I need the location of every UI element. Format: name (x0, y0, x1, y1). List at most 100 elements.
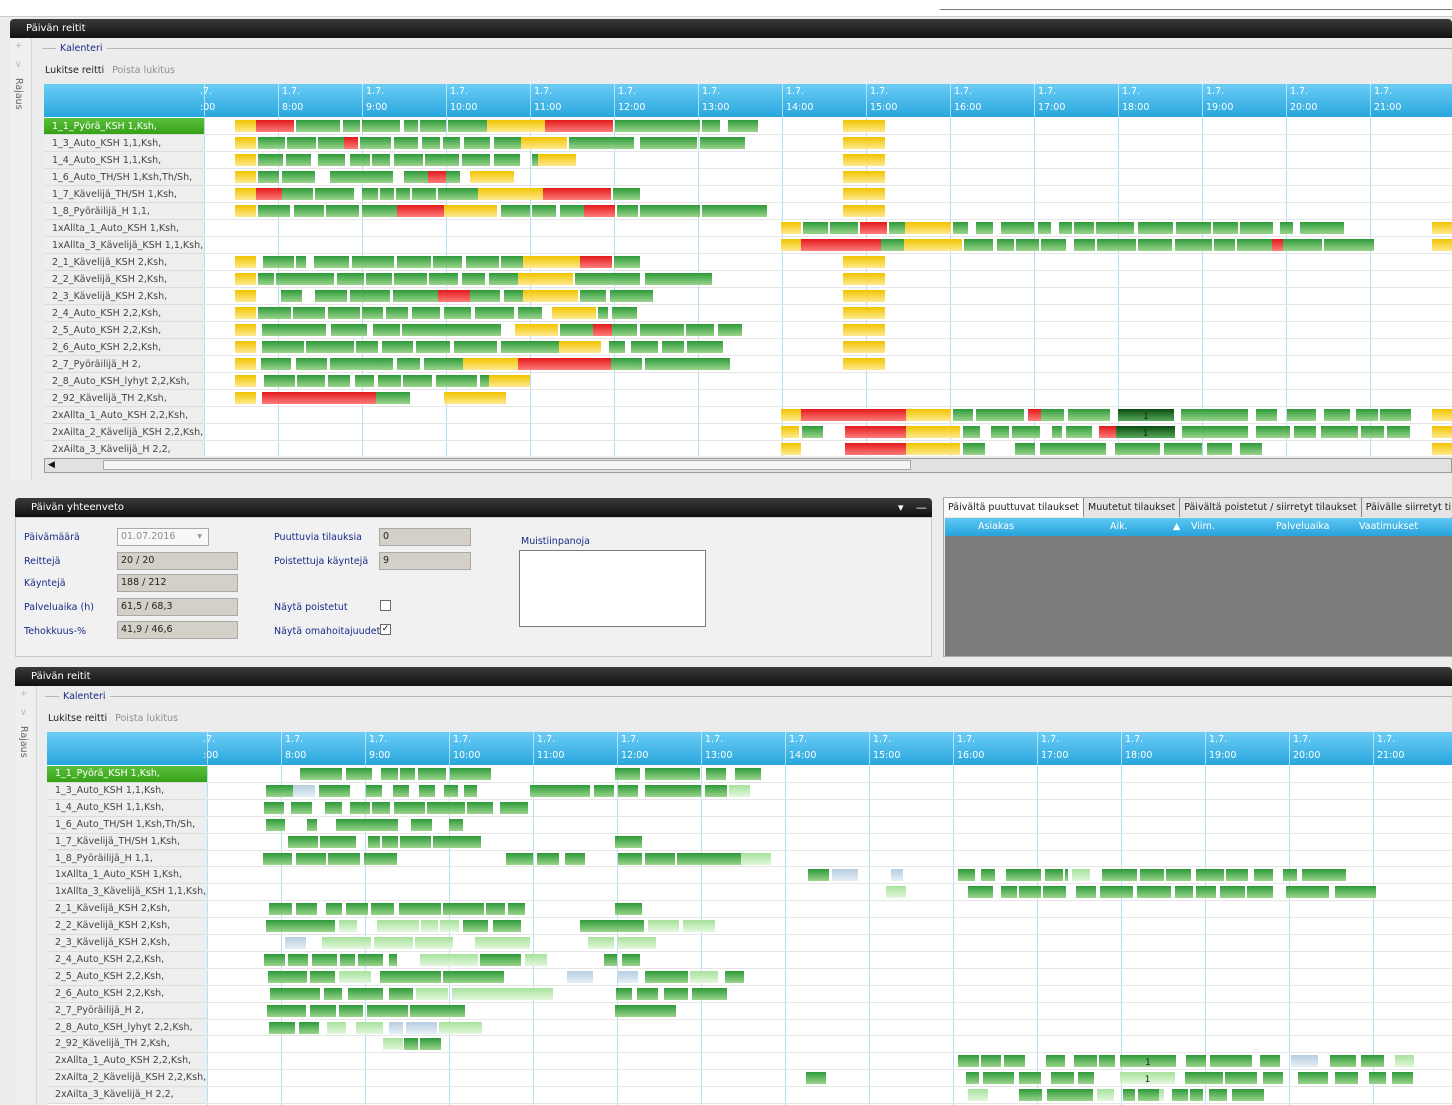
visit-block[interactable] (383, 1038, 403, 1051)
visit-block[interactable] (366, 784, 382, 797)
visit-block[interactable] (397, 256, 431, 268)
visit-block[interactable] (1256, 426, 1290, 438)
visit-block[interactable] (615, 835, 642, 848)
visit-block[interactable] (1247, 886, 1273, 899)
route-row-label[interactable]: 2xAilta_3_Kävelijä_H 2,2, (47, 1087, 207, 1104)
route-row-label[interactable]: 1xAllta_1_Auto_KSH 1,Ksh, (44, 220, 204, 237)
visit-block[interactable] (690, 970, 718, 983)
visit-block[interactable] (645, 970, 688, 983)
visit-block[interactable] (1012, 426, 1040, 438)
route-row-label[interactable]: 1_1_Pyörä_KSH 1,Ksh, (44, 118, 204, 135)
route-row-label[interactable]: 2_6_Auto_KSH 2,2,Ksh, (44, 339, 204, 356)
visit-block[interactable] (339, 1004, 363, 1017)
route-row-label[interactable]: 1_8_Pyöräilijä_H 1,1, (44, 203, 204, 220)
visit-block[interactable] (262, 392, 376, 404)
visit-block[interactable] (1237, 239, 1272, 251)
visit-block[interactable] (1019, 886, 1041, 899)
visit-block[interactable] (1300, 222, 1344, 234)
visit-block[interactable] (1065, 869, 1068, 882)
visit-block[interactable] (325, 801, 342, 814)
calendar-label[interactable]: Kalenteri (45, 691, 1452, 702)
visit-block[interactable] (1028, 409, 1041, 421)
visit-block[interactable] (1432, 222, 1452, 234)
visit-block[interactable] (845, 426, 906, 438)
visit-block[interactable] (781, 239, 801, 251)
col-last[interactable]: Viim. (1191, 518, 1215, 536)
visit-block[interactable] (489, 273, 518, 285)
visit-block[interactable] (480, 953, 521, 966)
visit-block[interactable] (288, 953, 308, 966)
show-own-nurse-checkbox[interactable]: ✓ (380, 624, 391, 635)
visit-block[interactable] (235, 375, 256, 387)
visit-block[interactable] (312, 953, 337, 966)
visit-block[interactable] (282, 171, 315, 183)
route-row-label[interactable]: 2_3_Kävelijä_KSH 2,Ksh, (44, 288, 204, 305)
visit-block[interactable] (1294, 426, 1316, 438)
visit-block[interactable] (881, 239, 904, 251)
visit-block[interactable] (463, 358, 518, 370)
visit-block[interactable] (293, 784, 315, 797)
visit-block[interactable] (1232, 1089, 1264, 1102)
visit-block[interactable] (1175, 886, 1193, 899)
visit-block[interactable] (462, 154, 490, 166)
visit-block[interactable] (450, 768, 491, 780)
visit-block[interactable] (1186, 1055, 1206, 1068)
visit-block[interactable] (428, 171, 446, 183)
visit-block[interactable] (315, 188, 354, 200)
visit-block[interactable] (266, 818, 285, 831)
visit-block[interactable] (394, 137, 418, 149)
visit-block[interactable] (276, 273, 334, 285)
visit-block[interactable] (702, 120, 720, 132)
route-row-label[interactable]: 1_8_Pyöräilijä_H 1,1, (47, 850, 207, 868)
visit-block[interactable] (263, 852, 292, 865)
visit-block[interactable] (299, 1021, 319, 1034)
visit-block[interactable] (1041, 409, 1064, 421)
visit-block[interactable] (501, 205, 530, 217)
visit-block[interactable] (478, 188, 543, 200)
visit-block[interactable] (288, 835, 318, 848)
visit-block[interactable] (1046, 1055, 1065, 1068)
visit-block[interactable] (475, 307, 514, 319)
visit-block[interactable] (609, 341, 625, 353)
visit-block[interactable] (686, 324, 714, 336)
route-row-label[interactable]: 2_6_Auto_KSH 2,2,Ksh, (47, 985, 207, 1003)
visit-block[interactable] (296, 120, 340, 132)
visit-block[interactable] (1432, 409, 1452, 421)
visit-block[interactable] (235, 273, 256, 285)
visit-block[interactable] (683, 920, 715, 933)
visit-block[interactable] (963, 426, 980, 438)
visit-block[interactable] (906, 426, 960, 438)
visit-block[interactable] (843, 341, 885, 353)
visit-block[interactable] (1047, 1089, 1093, 1102)
visit-block[interactable] (452, 987, 470, 1000)
visit-block[interactable] (264, 953, 285, 966)
visit-block[interactable] (1254, 869, 1273, 882)
route-row-label[interactable]: 1_3_Auto_KSH 1,1,Ksh, (47, 782, 207, 800)
visit-block[interactable] (464, 784, 477, 797)
visit-block[interactable] (953, 409, 973, 421)
visit-block[interactable] (394, 154, 423, 166)
visit-block[interactable] (1226, 869, 1248, 882)
visit-block[interactable] (494, 137, 521, 149)
visit-block[interactable] (389, 953, 397, 966)
visit-block[interactable] (843, 171, 885, 183)
visit-block[interactable] (843, 256, 885, 268)
visit-block[interactable] (264, 375, 295, 387)
visit-block[interactable] (402, 324, 501, 336)
visit-block[interactable] (613, 188, 640, 200)
visit-block[interactable] (1182, 426, 1248, 438)
visit-block[interactable] (611, 358, 642, 370)
visit-block[interactable] (262, 324, 326, 336)
horizontal-scrollbar[interactable]: ◀ (44, 458, 1452, 473)
visit-block[interactable] (981, 869, 995, 882)
visit-block[interactable] (593, 324, 612, 336)
visit-block[interactable] (404, 171, 428, 183)
visit-block[interactable] (559, 341, 601, 353)
visit-block[interactable] (506, 852, 533, 865)
visit-block[interactable] (1225, 1072, 1257, 1085)
visit-block[interactable] (802, 426, 823, 438)
visit-block[interactable] (618, 937, 656, 949)
visit-block[interactable] (444, 307, 471, 319)
visit-block[interactable] (372, 154, 390, 166)
visit-block[interactable] (1001, 222, 1034, 234)
